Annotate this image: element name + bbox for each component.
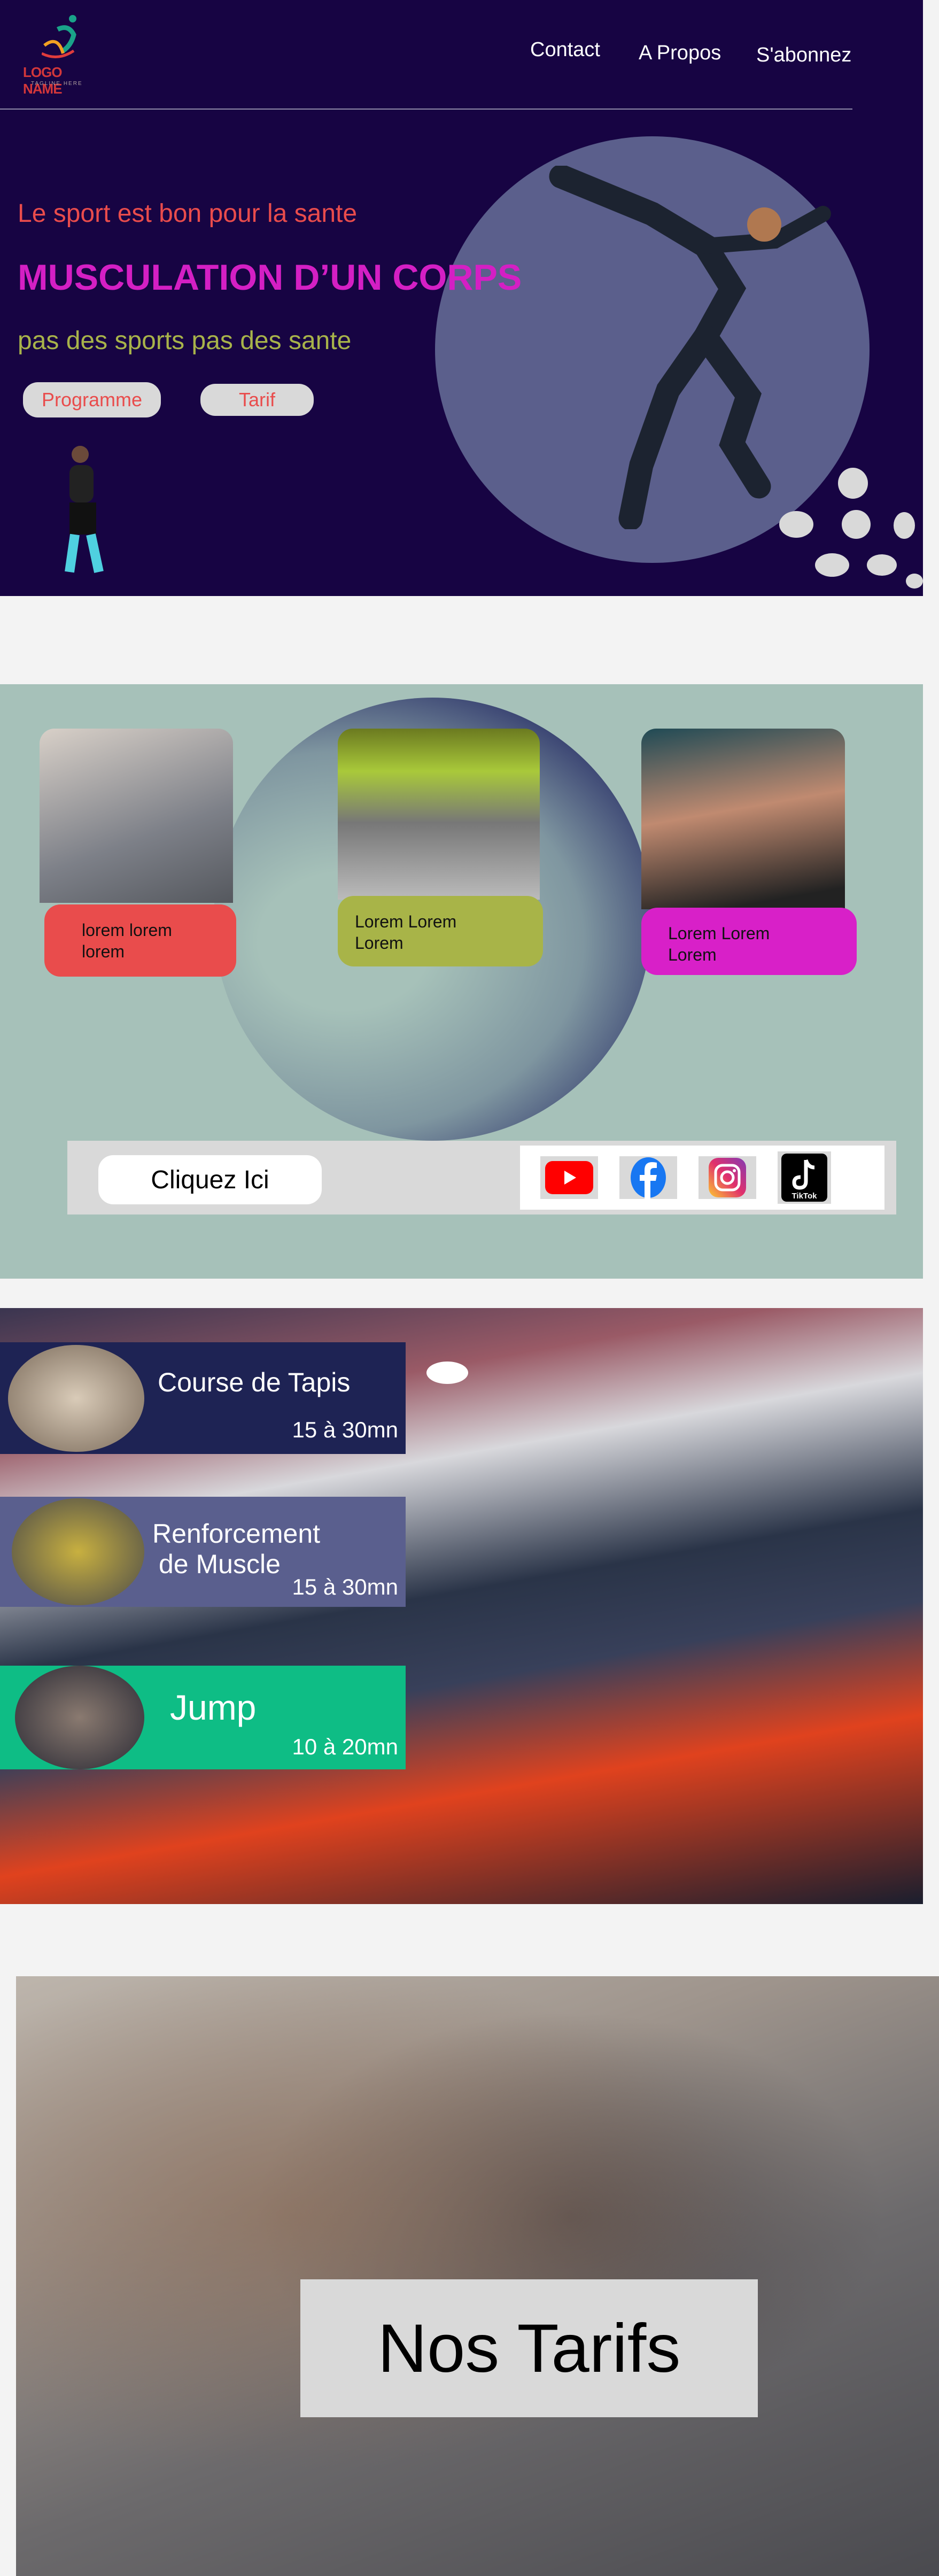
fitness-woman-image <box>65 446 104 573</box>
tiktok-icon[interactable]: TikTok <box>778 1151 831 1204</box>
programs-section: Course de Tapis 15 à 30mn Renforcement d… <box>0 1308 923 1904</box>
card-image-lunge <box>40 729 233 903</box>
decor-dot <box>842 510 871 539</box>
hero-tagline: Le sport est bon pour la sante <box>18 199 358 228</box>
card-image-deadlift <box>338 729 540 900</box>
program-title: Renforcement <box>152 1519 321 1549</box>
decor-dot <box>815 553 849 577</box>
youtube-icon[interactable] <box>540 1156 598 1199</box>
tarif-button[interactable]: Tarif <box>200 384 314 416</box>
instagram-icon[interactable] <box>699 1156 756 1199</box>
card-label[interactable]: Lorem Lorem Lorem <box>641 908 857 975</box>
program-row-jump[interactable]: Jump 10 à 20mn <box>0 1666 406 1769</box>
program-image <box>15 1666 144 1769</box>
hero-title: MUSCULATION D’UN CORPS <box>18 257 522 298</box>
program-image <box>12 1498 144 1605</box>
hero-section: LOGO NAME TAGLINE HERE Contact A Propos … <box>0 0 923 596</box>
ceiling-light <box>426 1362 468 1384</box>
card-label[interactable]: lorem lorem lorem <box>44 904 236 977</box>
nav-sabonnez[interactable]: S'abonnez <box>756 44 851 67</box>
logo-tagline: TAGLINE HERE <box>31 81 83 87</box>
decor-dot <box>779 511 813 538</box>
card-line: Lorem <box>668 945 717 964</box>
program-title-line2: de Muscle <box>159 1549 281 1579</box>
header-divider <box>0 109 852 110</box>
decor-dot <box>906 574 923 589</box>
cliquez-ici-button[interactable]: Cliquez Ici <box>98 1155 322 1204</box>
logo-icon <box>42 15 76 58</box>
decor-dot <box>867 554 897 576</box>
program-image <box>8 1345 144 1452</box>
tarifs-title: Nos Tarifs <box>377 2310 681 2387</box>
program-row-renforcement[interactable]: Renforcement de Muscle 15 à 30mn <box>0 1497 406 1607</box>
programme-button[interactable]: Programme <box>23 382 161 417</box>
gym-couple-image <box>16 1976 939 2576</box>
nav-contact[interactable]: Contact <box>530 38 600 61</box>
program-title: Jump <box>170 1688 257 1727</box>
card-line: lorem lorem <box>82 920 172 940</box>
hero-subtitle: pas des sports pas des sante <box>18 327 352 355</box>
cta-bar: Cliquez Ici TikTok <box>67 1141 896 1214</box>
program-row-tapis[interactable]: Course de Tapis 15 à 30mn <box>0 1342 406 1454</box>
features-section: lorem lorem lorem Lorem Lorem Lorem Lorem … <box>0 684 923 1279</box>
tarifs-section: Nos Tarifs <box>16 1976 939 2576</box>
tiktok-label: TikTok <box>792 1192 818 1201</box>
card-line: lorem <box>82 942 125 961</box>
program-title: Course de Tapis <box>158 1367 351 1397</box>
card-line: Lorem Lorem <box>668 924 770 943</box>
nav-a-propos[interactable]: A Propos <box>639 42 721 65</box>
program-duration: 10 à 20mn <box>292 1734 398 1759</box>
decor-dot <box>894 512 915 539</box>
card-image-highfive <box>641 729 845 909</box>
program-duration: 15 à 30mn <box>292 1417 398 1442</box>
runner-image <box>549 166 831 529</box>
facebook-icon[interactable] <box>619 1156 677 1199</box>
card-label[interactable]: Lorem Lorem Lorem <box>338 896 543 966</box>
card-line: Lorem <box>355 933 403 953</box>
decor-dot <box>838 468 868 499</box>
logo[interactable]: LOGO NAME TAGLINE HERE <box>23 13 98 97</box>
social-links: TikTok <box>520 1146 884 1210</box>
nos-tarifs-banner[interactable]: Nos Tarifs <box>300 2279 758 2417</box>
program-duration: 15 à 30mn <box>292 1574 398 1599</box>
card-line: Lorem Lorem <box>355 912 457 931</box>
